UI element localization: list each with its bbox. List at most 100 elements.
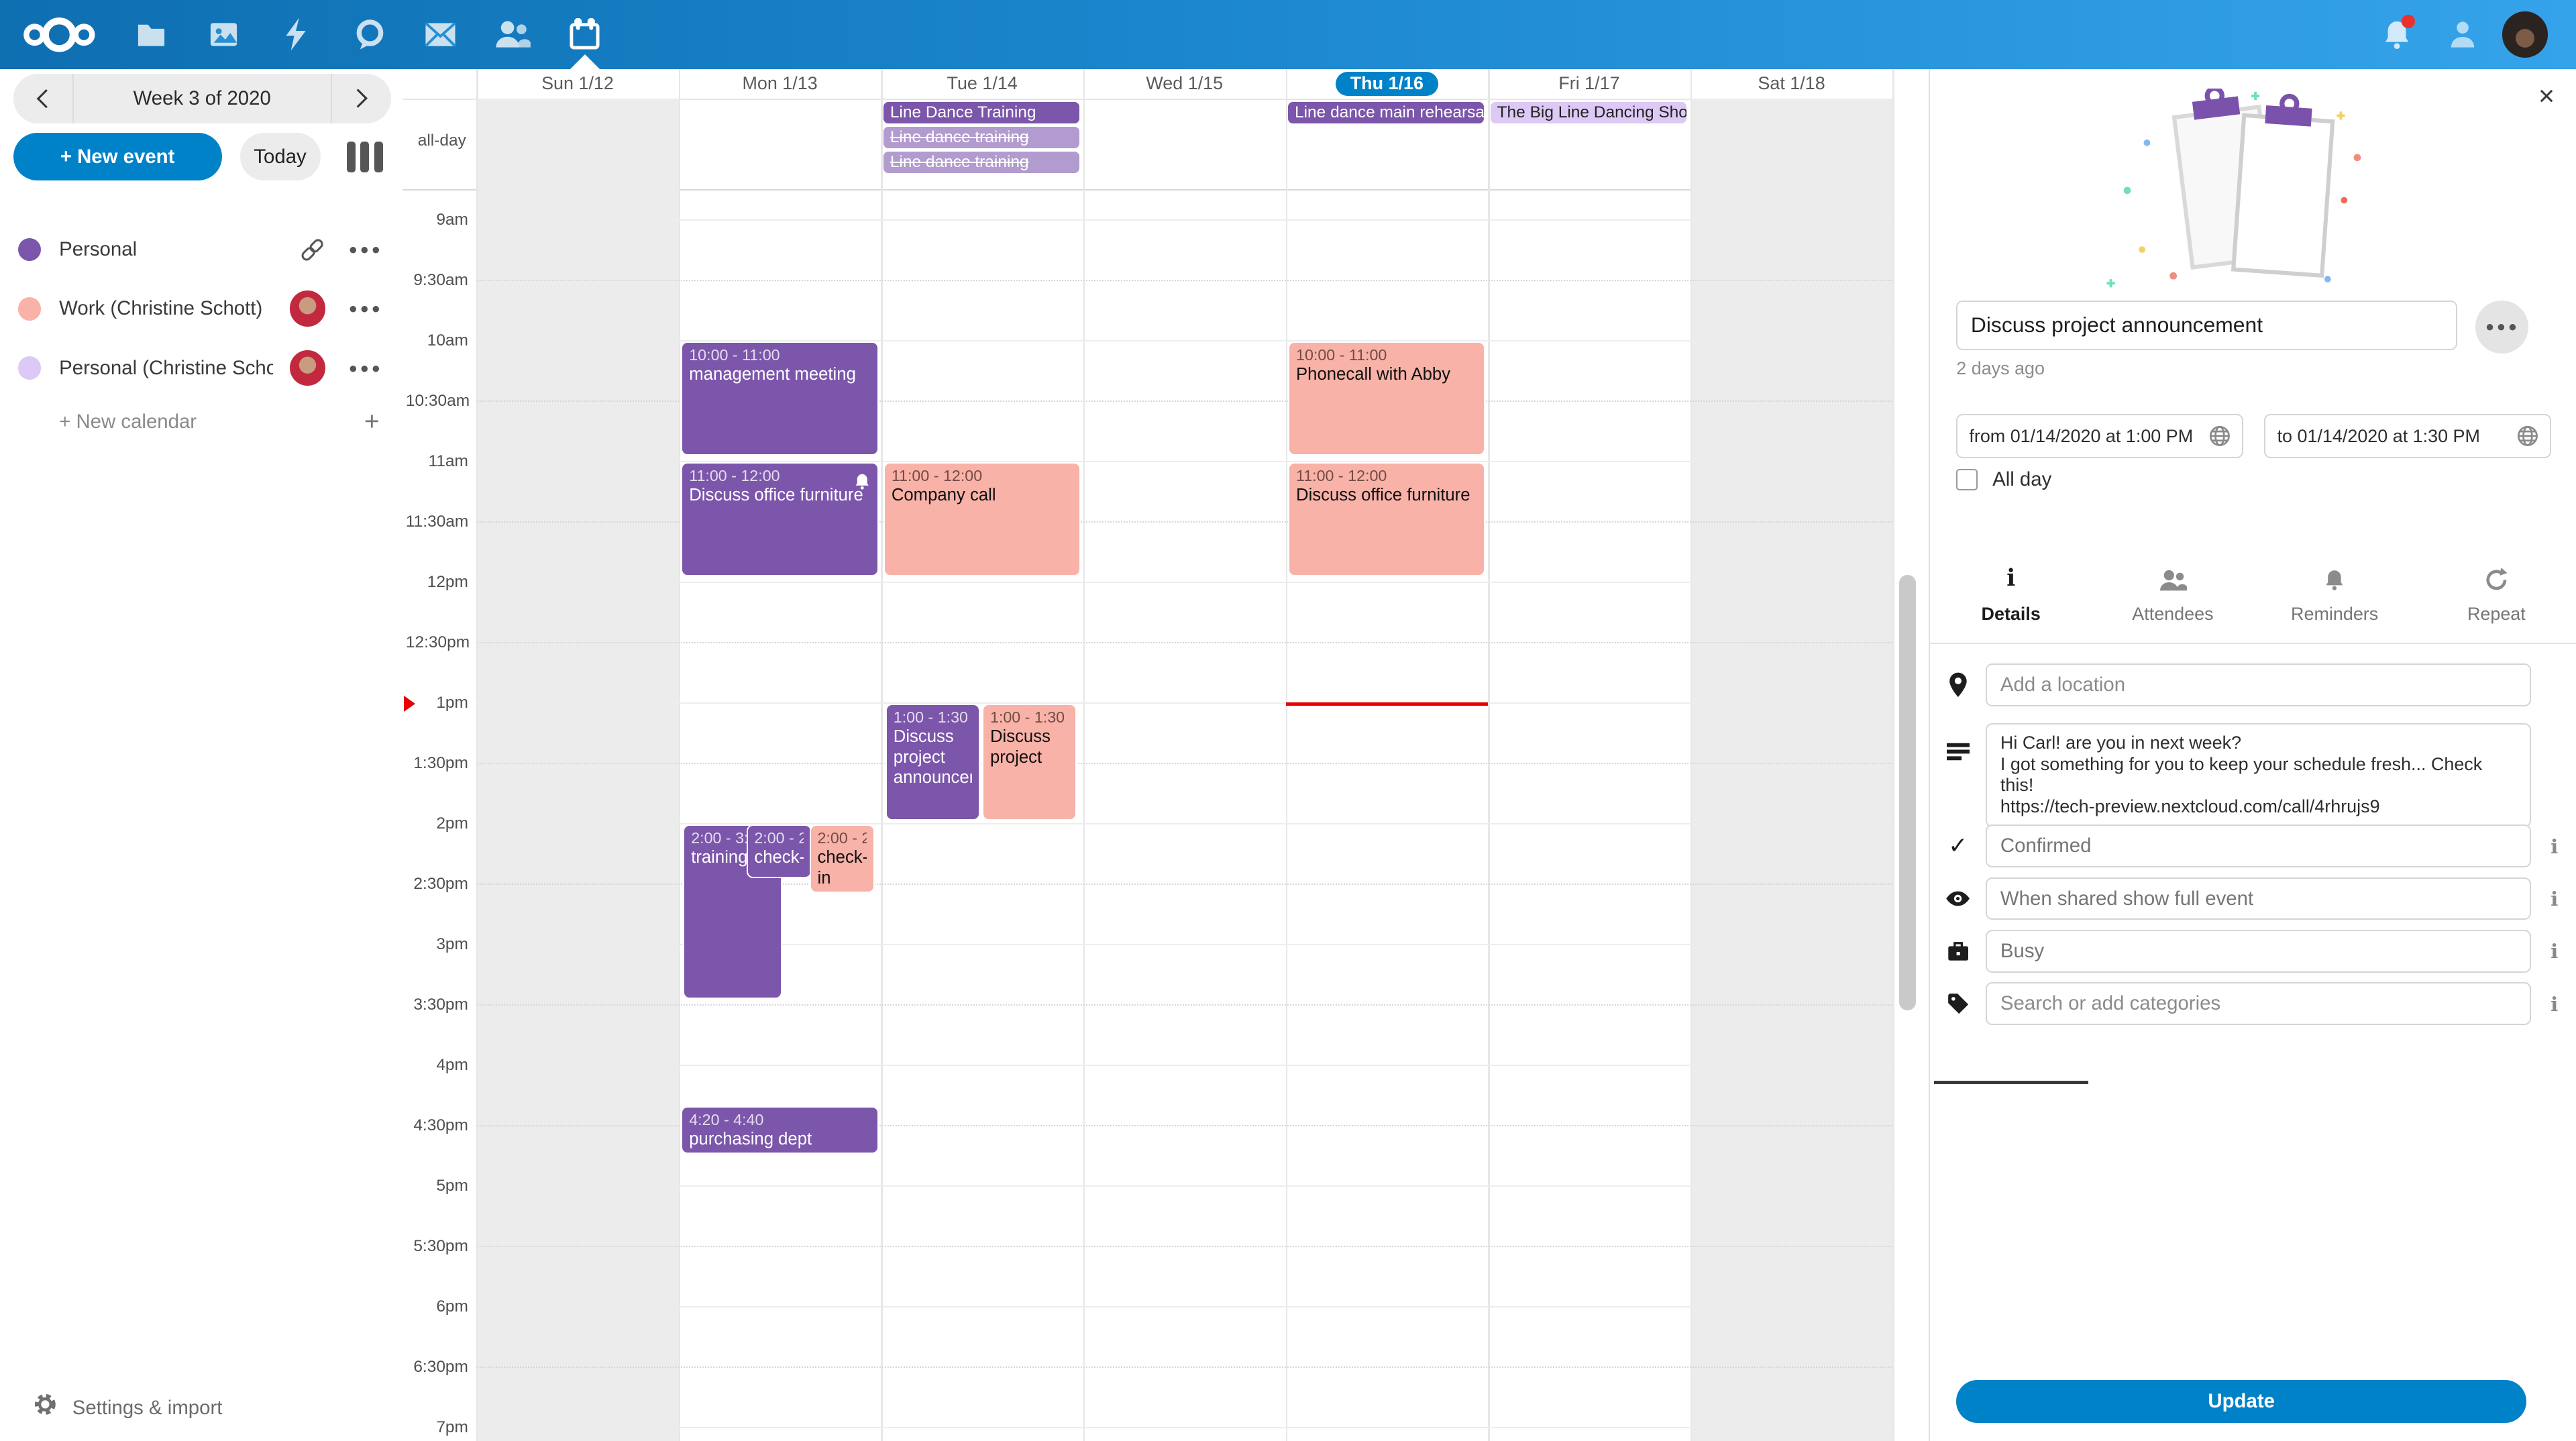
event-title-input[interactable] — [1956, 301, 2457, 350]
all-day-event[interactable]: Line Dance Training — [883, 102, 1079, 123]
location-input[interactable] — [1986, 663, 2531, 706]
previous-week-button[interactable] — [13, 74, 72, 123]
timezone-globe-icon[interactable] — [2209, 425, 2231, 447]
new-calendar-button[interactable]: + New calendar + — [0, 398, 402, 447]
time-gridline — [476, 1306, 1892, 1307]
calendar-list: Personal ●●● Work (Christine Schott) ●●●… — [0, 220, 402, 447]
current-time-line — [1286, 702, 1489, 706]
column-divider — [679, 69, 680, 1441]
event-actions-button[interactable]: ●●● — [2475, 301, 2528, 353]
calendar-item-work-christine[interactable]: Work (Christine Schott) ●●● — [0, 279, 402, 338]
event-purchasing-dept[interactable]: 4:20 - 4:40purchasing dept — [681, 1106, 878, 1154]
calendar-sidebar: Week 3 of 2020 + New event Today Persona… — [0, 69, 402, 1441]
calendar-actions-icon[interactable]: ●●● — [349, 241, 383, 258]
next-week-button[interactable] — [332, 74, 391, 123]
time-gridline — [476, 642, 1892, 643]
time-gridline — [476, 280, 1892, 281]
calendar-item-personal[interactable]: Personal ●●● — [0, 220, 402, 279]
column-divider — [1286, 69, 1287, 1441]
freebusy-info-icon[interactable]: i — [2531, 939, 2576, 963]
nextcloud-logo-icon[interactable] — [19, 0, 99, 69]
weekend-column-shading — [1690, 99, 1893, 1441]
today-button[interactable]: Today — [240, 133, 321, 180]
tab-details[interactable]: i Details — [1930, 509, 2092, 644]
time-label: 9:30am — [406, 271, 468, 290]
event-phonecall-with-abby[interactable]: 10:00 - 11:00Phonecall with Abby — [1288, 341, 1485, 456]
status-select[interactable]: Confirmed — [1986, 824, 2531, 867]
calendar-item-personal-christine[interactable]: Personal (Christine Scho...) ●●● — [0, 338, 402, 397]
all-day-event[interactable]: The Big Line Dancing Show — [1491, 102, 1686, 123]
talk-icon[interactable] — [333, 0, 406, 69]
week-navigation: Week 3 of 2020 — [13, 74, 391, 123]
freebusy-select[interactable]: Busy — [1986, 930, 2531, 973]
description-textarea[interactable]: Hi Carl! are you in next week? I got som… — [1986, 723, 2531, 828]
user-avatar[interactable] — [2502, 11, 2548, 58]
active-app-notch — [570, 54, 600, 69]
time-label: 11:30am — [406, 513, 468, 531]
photos-icon[interactable] — [187, 0, 260, 69]
tab-reminders[interactable]: Reminders — [2254, 509, 2416, 644]
categories-info-icon[interactable]: i — [2531, 992, 2576, 1016]
timezone-globe-icon[interactable] — [2517, 425, 2538, 447]
view-toggle-icon[interactable] — [347, 142, 383, 173]
time-gridline — [476, 1065, 1892, 1066]
mail-icon[interactable] — [404, 0, 476, 69]
day-header-thu[interactable]: Thu 1/16 — [1286, 69, 1489, 99]
vertical-scrollbar[interactable] — [1899, 575, 1915, 1010]
time-label: 5:30pm — [406, 1237, 468, 1256]
day-header-sun[interactable]: Sun 1/12 — [476, 69, 679, 99]
freebusy-briefcase-icon — [1930, 941, 1986, 962]
time-gridline — [476, 1185, 1892, 1187]
event-discuss-office-furniture[interactable]: 11:00 - 12:00Discuss office furniture — [681, 462, 878, 576]
tab-repeat[interactable]: Repeat — [2416, 509, 2576, 644]
all-day-event[interactable]: Line dance training — [883, 152, 1079, 173]
visibility-info-icon[interactable]: i — [2531, 887, 2576, 910]
calendar-actions-icon[interactable]: ●●● — [349, 300, 383, 317]
end-datetime-field[interactable]: to 01/14/2020 at 1:30 PM — [2264, 414, 2551, 458]
tab-attendees[interactable]: Attendees — [2092, 509, 2253, 644]
event-company-call[interactable]: 11:00 - 12:00Company call — [883, 462, 1081, 576]
chevron-right-icon — [349, 89, 368, 108]
event-discuss-office-furniture[interactable]: 11:00 - 12:00Discuss office furniture — [1288, 462, 1485, 576]
all-day-toggle[interactable]: All day — [1956, 468, 2051, 491]
event-discuss-project-announcement[interactable]: 1:00 - 1:30Discuss project announcement — [885, 704, 980, 820]
share-link-icon[interactable] — [294, 231, 331, 268]
files-icon[interactable] — [115, 0, 187, 69]
day-header-fri[interactable]: Fri 1/17 — [1488, 69, 1690, 99]
week-label[interactable]: Week 3 of 2020 — [72, 74, 332, 123]
event-discuss-project[interactable]: 1:00 - 1:30Discuss project — [982, 704, 1077, 820]
start-datetime-field[interactable]: from 01/14/2020 at 1:00 PM — [1956, 414, 2243, 458]
all-day-event[interactable]: Line dance main rehearsal — [1288, 102, 1484, 123]
end-datetime-value: to 01/14/2020 at 1:30 PM — [2277, 426, 2480, 447]
event-management-meeting[interactable]: 10:00 - 11:00management meeting — [681, 341, 878, 456]
plus-icon: + — [364, 407, 380, 437]
notifications-bell-icon[interactable] — [2361, 0, 2433, 69]
settings-import-button[interactable]: Settings & import — [0, 1385, 402, 1431]
activity-icon[interactable] — [260, 0, 332, 69]
shared-by-avatar — [290, 290, 326, 327]
contacts-menu-icon[interactable] — [2426, 0, 2499, 69]
visibility-select[interactable]: When shared show full event — [1986, 877, 2531, 920]
editor-tabs: i Details Attendees Reminders — [1930, 509, 2576, 644]
calendar-name: Personal — [59, 238, 137, 261]
calendar-color-dot — [18, 297, 41, 320]
day-header-sat[interactable]: Sat 1/18 — [1690, 69, 1893, 99]
event-check-in[interactable]: 2:00 - 2:30check-in — [747, 824, 812, 878]
start-datetime-value: from 01/14/2020 at 1:00 PM — [1969, 426, 2193, 447]
new-event-button[interactable]: + New event — [13, 133, 222, 180]
status-info-icon[interactable]: i — [2531, 835, 2576, 858]
day-header-mon[interactable]: Mon 1/13 — [679, 69, 881, 99]
nextcloud-calendar-app: Week 3 of 2020 + New event Today Persona… — [0, 0, 2576, 1441]
column-divider — [1488, 69, 1489, 1441]
contacts-icon[interactable] — [476, 0, 549, 69]
day-header-tue[interactable]: Tue 1/14 — [881, 69, 1083, 99]
day-header-wed[interactable]: Wed 1/15 — [1083, 69, 1286, 99]
week-view-grid: all-day Sun 1/12Mon 1/13Tue 1/14Wed 1/15… — [402, 69, 1929, 1441]
update-button[interactable]: Update — [1956, 1380, 2526, 1423]
event-check-in[interactable]: 2:00 - 2:30check-in — [810, 824, 875, 893]
all-day-checkbox[interactable] — [1956, 469, 1978, 490]
all-day-event[interactable]: Line dance training — [883, 127, 1079, 148]
calendar-actions-icon[interactable]: ●●● — [349, 360, 383, 377]
reminders-bell-icon — [2324, 568, 2345, 592]
categories-input[interactable] — [1986, 982, 2531, 1025]
